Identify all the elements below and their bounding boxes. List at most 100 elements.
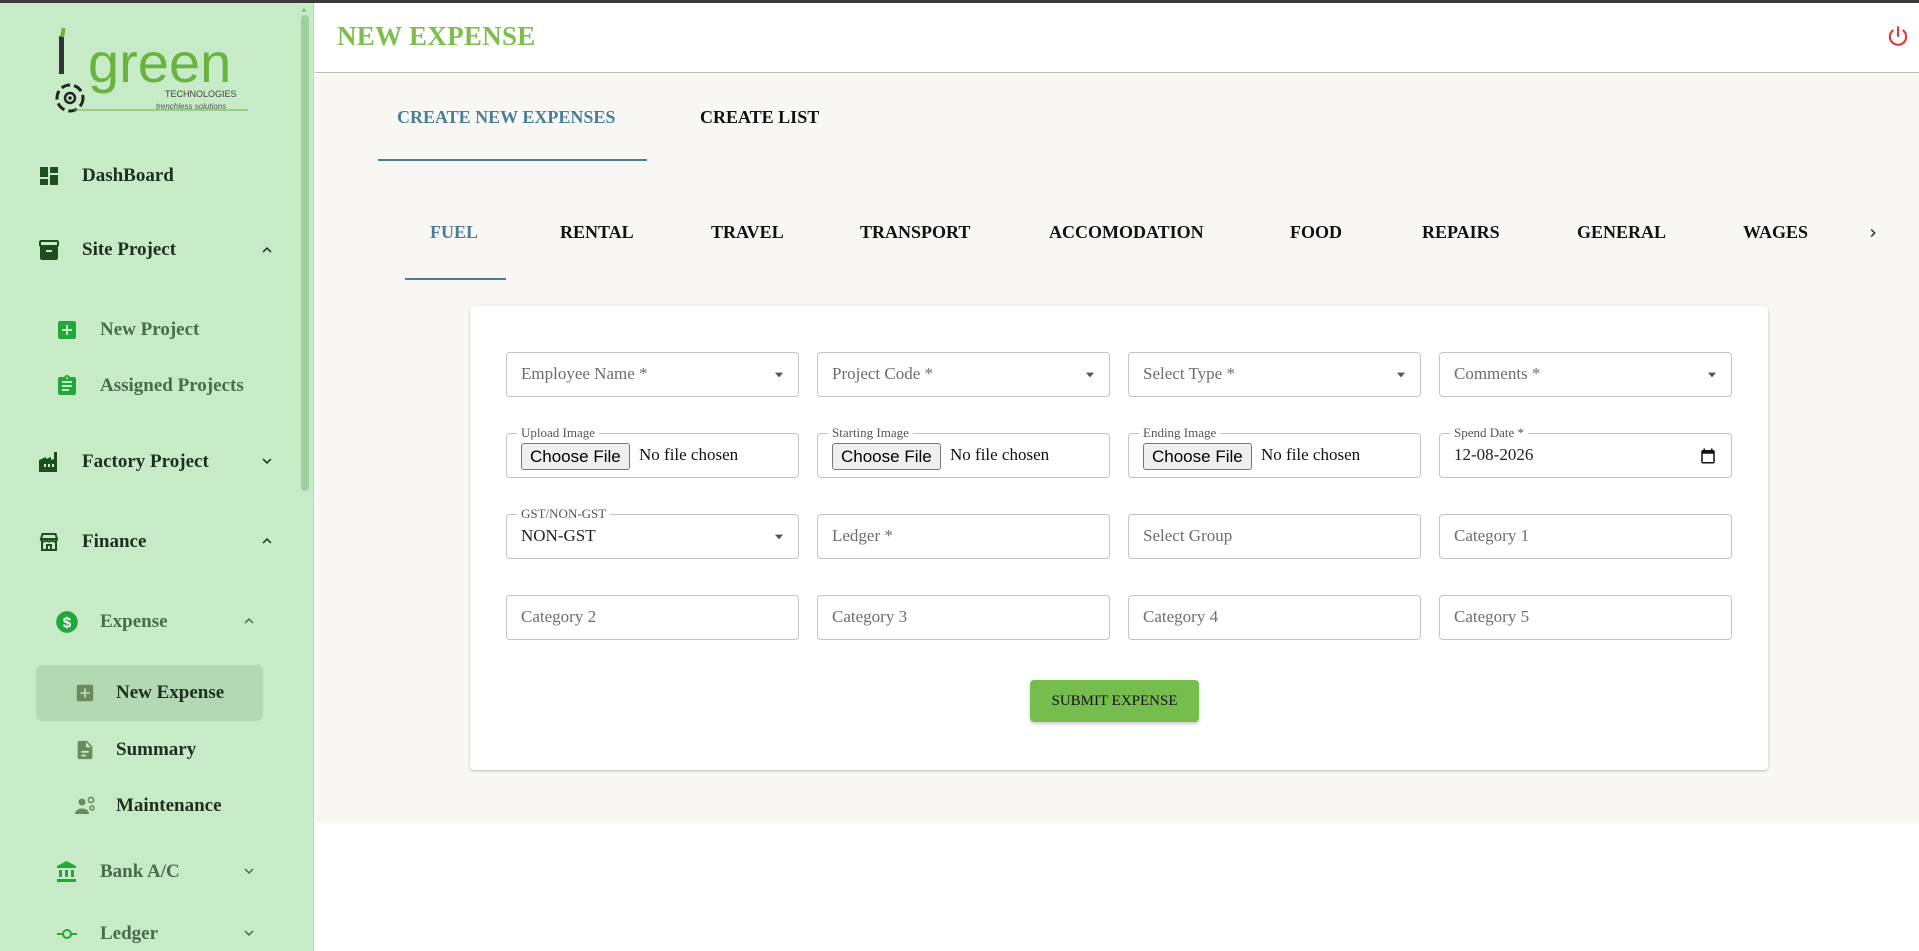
sidebar-item-label: Summary [116,739,197,760]
tab-repairs[interactable]: REPAIRS [1422,222,1500,243]
tab-rental[interactable]: RENTAL [560,222,634,243]
chevron-down-icon[interactable] [257,451,277,471]
svg-text:TECHNOLOGIES: TECHNOLOGIES [165,89,237,99]
commit-icon [54,921,80,947]
svg-text:trenchless solutions: trenchless solutions [156,102,226,111]
archive-icon [36,237,62,263]
comments-select[interactable]: Comments * [1439,352,1732,397]
file-status: No file chosen [1261,445,1361,464]
sidebar-item-site-project[interactable]: Site Project [36,228,176,272]
sidebar-item-new-project[interactable]: New Project [54,308,199,352]
chevron-right-icon[interactable] [1862,222,1884,244]
engineering-icon [72,793,98,819]
company-logo: green TECHNOLOGIES trenchless solutions [52,22,257,122]
dashboard-icon [36,163,62,189]
select-value: NON-GST [521,526,596,545]
field-label: Upload Image [517,425,600,441]
field-label: Spend Date * [1450,425,1529,441]
submit-expense-button[interactable]: SUBMIT EXPENSE [1030,680,1199,722]
choose-file-button[interactable]: Choose File [521,443,630,470]
file-status: No file chosen [639,445,739,464]
category-1-input[interactable]: Category 1 [1439,514,1732,559]
sidebar-item-label: Finance [82,531,147,552]
chevron-down-icon[interactable] [239,923,259,943]
tab-food[interactable]: FOOD [1290,222,1342,243]
sidebar-item-label: Expense [100,611,168,632]
tab-create-list[interactable]: CREATE LIST [700,107,819,128]
sidebar-item-dashboard[interactable]: DashBoard [36,154,174,198]
calendar-icon[interactable] [1699,447,1717,465]
scrollbar-thumb[interactable] [301,15,309,491]
sidebar-item-label: New Expense [116,682,225,703]
field-placeholder: Category 4 [1143,607,1219,626]
svg-text:green: green [88,31,231,94]
date-value: 12-08-2026 [1454,445,1534,464]
tab-accomodation[interactable]: ACCOMODATION [1049,222,1204,243]
tab-transport[interactable]: TRANSPORT [860,222,970,243]
gst-select[interactable]: GST/NON-GST NON-GST [506,506,799,559]
tab-travel[interactable]: TRAVEL [711,222,784,243]
field-label: Ending Image [1139,425,1221,441]
sidebar-item-label: DashBoard [82,165,174,186]
ledger-input[interactable]: Ledger * [817,514,1110,559]
dropdown-arrow-icon [1085,372,1095,378]
select-group-input[interactable]: Select Group [1128,514,1421,559]
field-placeholder: Employee Name * [521,364,648,383]
assignment-icon [54,373,80,399]
sidebar-scrollbar[interactable]: ▲ [299,3,311,951]
store-icon [36,529,62,555]
sidebar-item-new-expense[interactable]: New Expense [72,671,224,715]
select-type-select[interactable]: Select Type * [1128,352,1421,397]
tab-general[interactable]: GENERAL [1577,222,1666,243]
field-placeholder: Category 2 [521,607,597,626]
add-box-icon [54,317,80,343]
category-5-input[interactable]: Category 5 [1439,595,1732,640]
category-2-input[interactable]: Category 2 [506,595,799,640]
chevron-up-icon[interactable] [257,531,277,551]
window-top-border [0,0,1919,3]
tab-create-new-expenses[interactable]: CREATE NEW EXPENSES [397,107,615,128]
sidebar-item-assigned-projects[interactable]: Assigned Projects [54,364,244,408]
sidebar-item-maintenance[interactable]: Maintenance [72,784,222,828]
sidebar-item-label: New Project [100,319,200,340]
sidebar-item-label: Factory Project [82,451,209,472]
sidebar-item-summary[interactable]: Summary [72,728,196,772]
employee-name-select[interactable]: Employee Name * [506,352,799,397]
sidebar-item-ledger[interactable]: Ledger [54,912,158,951]
field-placeholder: Ledger * [832,526,893,545]
power-icon[interactable] [1885,24,1911,50]
chevron-down-icon[interactable] [239,861,259,881]
svg-text:$: $ [63,614,72,631]
field-placeholder: Category 1 [1454,526,1530,545]
page-header: NEW EXPENSE [315,3,1919,73]
choose-file-button[interactable]: Choose File [1143,443,1252,470]
sidebar-item-label: Ledger [100,923,159,944]
file-status: No file chosen [950,445,1050,464]
chevron-up-icon[interactable] [257,240,277,260]
page-title: NEW EXPENSE [337,21,536,51]
sidebar-item-finance[interactable]: Finance [36,520,146,564]
bank-icon [54,859,80,885]
category-tab-indicator [405,278,506,280]
category-4-input[interactable]: Category 4 [1128,595,1421,640]
scroll-up-arrow-icon[interactable]: ▲ [300,5,308,14]
chevron-up-icon[interactable] [239,611,259,631]
sidebar-item-factory-project[interactable]: Factory Project [36,440,209,484]
tab-wages[interactable]: WAGES [1743,222,1808,243]
project-code-select[interactable]: Project Code * [817,352,1110,397]
field-placeholder: Select Type * [1143,364,1235,383]
expense-form-card: Employee Name * Project Code * Select Ty… [470,306,1768,770]
sidebar-item-expense[interactable]: $ Expense [54,600,168,644]
choose-file-button[interactable]: Choose File [832,443,941,470]
category-3-input[interactable]: Category 3 [817,595,1110,640]
sidebar: green TECHNOLOGIES trenchless solutions … [0,0,314,951]
field-placeholder: Comments * [1454,364,1541,383]
spend-date-input[interactable]: Spend Date * 12-08-2026 [1439,425,1732,478]
sidebar-item-label: Site Project [82,239,177,260]
dollar-circle-icon: $ [54,609,80,635]
dropdown-arrow-icon [1707,372,1717,378]
upload-image-field: Upload Image Choose File No file chosen [506,425,799,478]
tab-fuel[interactable]: FUEL [430,222,478,243]
sidebar-item-bank-ac[interactable]: Bank A/C [54,850,180,894]
sidebar-item-label: Bank A/C [100,861,180,882]
